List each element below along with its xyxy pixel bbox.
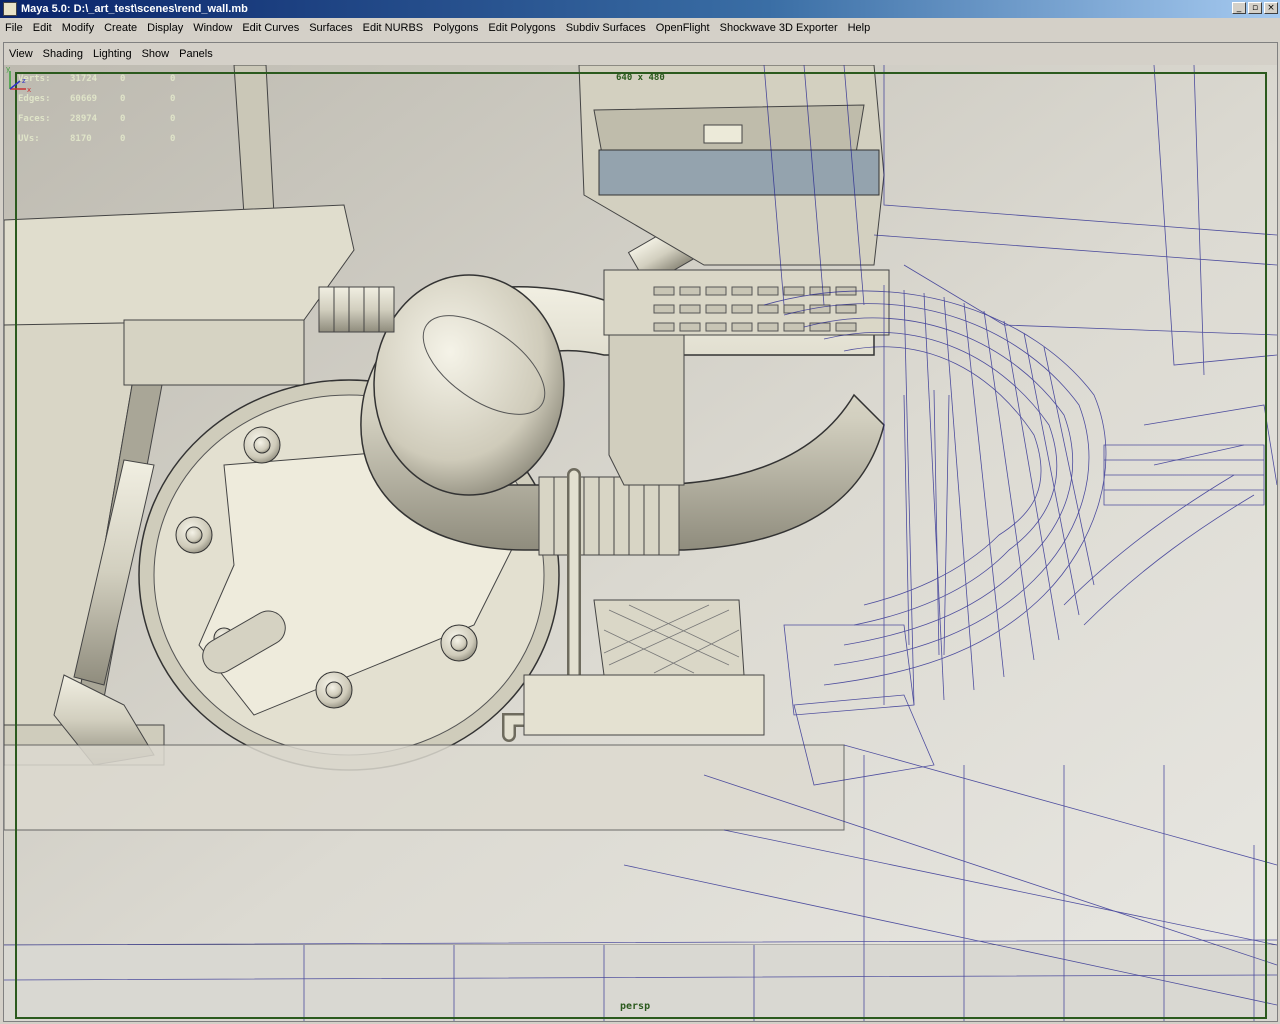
panel-menu-lighting[interactable]: Lighting (88, 48, 137, 60)
hud-verts-row: Verts: 31724 0 0 (18, 69, 175, 89)
window-title: Maya 5.0: D:\_art_test\scenes\rend_wall.… (21, 3, 248, 15)
hud-edges-label: Edges: (18, 94, 51, 104)
menu-create[interactable]: Create (99, 22, 142, 34)
axis-z-label: z (22, 77, 26, 85)
menu-help[interactable]: Help (843, 22, 876, 34)
menu-edit-polygons[interactable]: Edit Polygons (483, 22, 560, 34)
panel-menu-view[interactable]: View (4, 48, 38, 60)
hud-verts-value: 31724 (70, 74, 98, 84)
window-controls: _ ▫ × (1232, 2, 1278, 14)
menu-file[interactable]: File (0, 22, 28, 34)
hud-uvs-label: UVs: (18, 134, 40, 144)
maya-app-icon[interactable] (3, 2, 17, 16)
hud-uvs-value: 8170 (70, 134, 92, 144)
perspective-panel: View Shading Lighting Show Panels Verts:… (3, 42, 1278, 1022)
menu-surfaces[interactable]: Surfaces (304, 22, 357, 34)
hud-verts-extra: 0 (170, 74, 176, 84)
hud-faces-extra: 0 (170, 114, 176, 124)
title-bar: Maya 5.0: D:\_art_test\scenes\rend_wall.… (0, 0, 1280, 18)
menu-edit-nurbs[interactable]: Edit NURBS (358, 22, 429, 34)
maximize-button[interactable]: ▫ (1248, 2, 1262, 14)
scene-render (4, 65, 1277, 1021)
panel-menu-show[interactable]: Show (137, 48, 175, 60)
hud-edges-extra: 0 (170, 94, 176, 104)
hud-faces-value: 28974 (70, 114, 98, 124)
hud-uvs-extra: 0 (170, 134, 176, 144)
menu-polygons[interactable]: Polygons (428, 22, 483, 34)
panel-menu-panels[interactable]: Panels (174, 48, 218, 60)
hud-faces-selected: 0 (120, 114, 126, 124)
axis-x-label: x (27, 86, 31, 94)
menu-window[interactable]: Window (188, 22, 237, 34)
axis-y-label: y (6, 65, 10, 73)
3d-viewport[interactable]: Verts: 31724 0 0 Edges: 60669 0 0 Faces:… (4, 65, 1277, 1021)
minimize-button[interactable]: _ (1232, 2, 1246, 14)
hud-edges-value: 60669 (70, 94, 98, 104)
hud-edges-row: Edges: 60669 0 0 (18, 89, 175, 109)
menu-shockwave-exporter[interactable]: Shockwave 3D Exporter (715, 22, 843, 34)
hud-edges-selected: 0 (120, 94, 126, 104)
menu-subdiv-surfaces[interactable]: Subdiv Surfaces (561, 22, 651, 34)
menu-edit[interactable]: Edit (28, 22, 57, 34)
close-button[interactable]: × (1264, 2, 1278, 14)
menu-edit-curves[interactable]: Edit Curves (237, 22, 304, 34)
axis-gizmo-icon: y z x (6, 65, 31, 94)
hud-uvs-row: UVs: 8170 0 0 (18, 129, 175, 149)
resolution-gate-label: 640 x 480 (616, 73, 665, 83)
panel-menubar: View Shading Lighting Show Panels (4, 45, 218, 63)
panel-menu-shading[interactable]: Shading (38, 48, 88, 60)
menu-openflight[interactable]: OpenFlight (651, 22, 715, 34)
hud-faces-row: Faces: 28974 0 0 (18, 109, 175, 129)
hud-faces-label: Faces: (18, 114, 51, 124)
camera-name-label: persp (620, 1001, 651, 1012)
menu-modify[interactable]: Modify (57, 22, 99, 34)
hud-verts-selected: 0 (120, 74, 126, 84)
hud-uvs-selected: 0 (120, 134, 126, 144)
main-menubar: File Edit Modify Create Display Window E… (0, 18, 1280, 38)
poly-count-hud: Verts: 31724 0 0 Edges: 60669 0 0 Faces:… (18, 69, 175, 149)
menu-display[interactable]: Display (142, 22, 188, 34)
